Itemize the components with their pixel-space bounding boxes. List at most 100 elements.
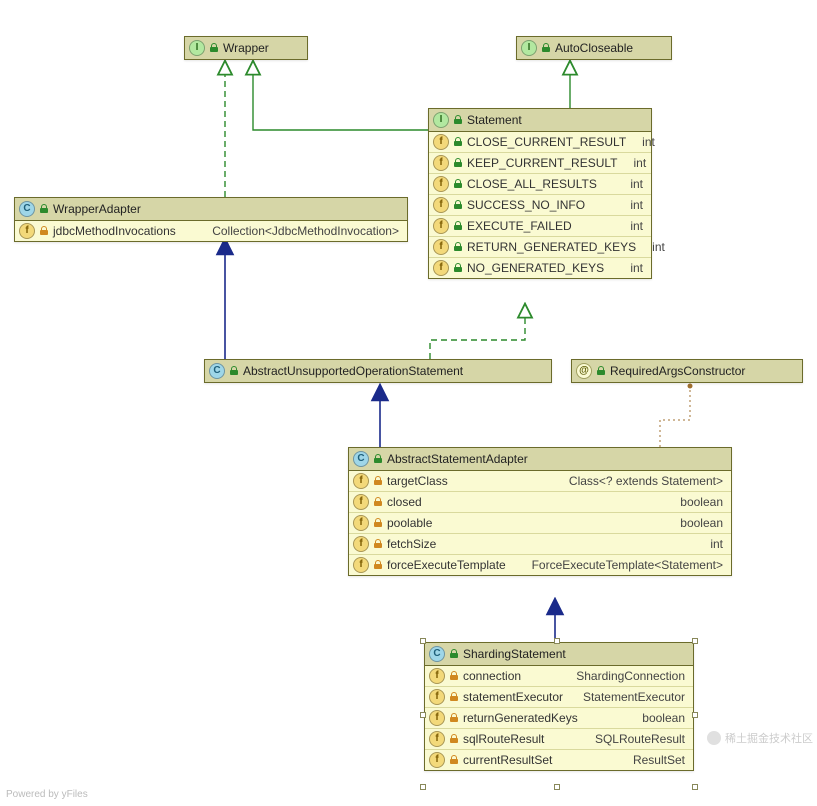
node-statement[interactable]: I Statement fCLOSE_CURRENT_RESULTintfKEE… bbox=[428, 108, 652, 279]
field-row: f poolable boolean bbox=[349, 512, 731, 533]
field-type: int bbox=[618, 261, 643, 275]
field-name: SUCCESS_NO_INFO bbox=[467, 198, 585, 212]
field-name: KEEP_CURRENT_RESULT bbox=[467, 156, 617, 170]
lock-icon bbox=[453, 221, 463, 231]
resize-handle[interactable] bbox=[554, 638, 560, 644]
field-row: f forceExecuteTemplate ForceExecuteTemplat… bbox=[349, 554, 731, 575]
lock-icon bbox=[209, 43, 219, 53]
node-title: RequiredArgsConstructor bbox=[610, 364, 745, 378]
field-type: boolean bbox=[668, 495, 723, 509]
field-name: forceExecuteTemplate bbox=[387, 558, 506, 572]
field-type: Class<? extends Statement> bbox=[557, 474, 723, 488]
field-row: fRETURN_GENERATED_KEYSint bbox=[429, 236, 651, 257]
lock-icon bbox=[449, 671, 459, 681]
field-row: fcurrentResultSetResultSet bbox=[425, 749, 693, 770]
resize-handle[interactable] bbox=[420, 712, 426, 718]
field-name: poolable bbox=[387, 516, 432, 530]
node-title: Wrapper bbox=[223, 41, 269, 55]
field-row: fNO_GENERATED_KEYSint bbox=[429, 257, 651, 278]
interface-icon: I bbox=[189, 40, 205, 56]
class-icon: C bbox=[19, 201, 35, 217]
field-type: boolean bbox=[668, 516, 723, 530]
field-type: int bbox=[618, 198, 643, 212]
field-name: EXECUTE_FAILED bbox=[467, 219, 572, 233]
field-name: connection bbox=[463, 669, 521, 683]
node-abstract-unsupported[interactable]: C AbstractUnsupportedOperationStatement bbox=[204, 359, 552, 383]
resize-handle[interactable] bbox=[692, 638, 698, 644]
field-icon: f bbox=[353, 557, 369, 573]
field-row: f returnGeneratedKeys boolean bbox=[425, 707, 693, 728]
lock-icon bbox=[453, 263, 463, 273]
annotation-icon: @ bbox=[576, 363, 592, 379]
field-type: int bbox=[630, 135, 655, 149]
field-icon: f bbox=[353, 536, 369, 552]
field-row: ftargetClassClass<? extends Statement> bbox=[349, 471, 731, 491]
field-row: fCLOSE_CURRENT_RESULTint bbox=[429, 132, 651, 152]
lock-icon bbox=[449, 692, 459, 702]
node-title: AbstractUnsupportedOperationStatement bbox=[243, 364, 463, 378]
resize-handle[interactable] bbox=[554, 784, 560, 790]
field-icon: f bbox=[353, 515, 369, 531]
node-header: I Wrapper bbox=[185, 37, 307, 59]
diagram-canvas: I Wrapper I AutoCloseable C WrapperAdapt… bbox=[0, 0, 817, 806]
node-rows: f CLOSE_CURRENT_RESULTint f KEEP_CURRENT_RE… bbox=[429, 132, 651, 278]
field-type: int bbox=[640, 240, 665, 254]
resize-handle[interactable] bbox=[692, 784, 698, 790]
node-rows: ftargetClassClass<? extends Statement>fc… bbox=[349, 471, 731, 575]
lock-icon bbox=[39, 226, 49, 236]
lock-icon bbox=[449, 713, 459, 723]
field-icon: f bbox=[433, 134, 449, 150]
node-wrapper-adapter[interactable]: C WrapperAdapter f jdbcMethodInvocations… bbox=[14, 197, 408, 242]
field-name: sqlRouteResult bbox=[463, 732, 544, 746]
node-header: @ RequiredArgsConstructor bbox=[572, 360, 802, 382]
field-icon: f bbox=[353, 473, 369, 489]
edges-layer bbox=[0, 0, 817, 806]
node-title: ShardingStatement bbox=[463, 647, 566, 661]
resize-handle[interactable] bbox=[692, 712, 698, 718]
field-type: int bbox=[621, 156, 646, 170]
node-header: I Statement bbox=[429, 109, 651, 132]
field-type: ResultSet bbox=[621, 753, 685, 767]
lock-icon bbox=[453, 137, 463, 147]
lock-icon bbox=[449, 734, 459, 744]
resize-handle[interactable] bbox=[420, 638, 426, 644]
class-icon: C bbox=[209, 363, 225, 379]
field-type: int bbox=[618, 219, 643, 233]
field-name: returnGeneratedKeys bbox=[463, 711, 578, 725]
lock-icon bbox=[596, 366, 606, 376]
field-row: ffetchSizeint bbox=[349, 533, 731, 554]
node-autocloseable[interactable]: I AutoCloseable bbox=[516, 36, 672, 60]
lock-icon bbox=[453, 179, 463, 189]
field-type: ForceExecuteTemplate<Statement> bbox=[520, 558, 723, 572]
field-name: currentResultSet bbox=[463, 753, 552, 767]
node-header: C WrapperAdapter bbox=[15, 198, 407, 221]
node-abstract-statement-adapter[interactable]: C AbstractStatementAdapter ftargetClassC… bbox=[348, 447, 732, 576]
field-icon: f bbox=[429, 710, 445, 726]
field-type: int bbox=[618, 177, 643, 191]
node-wrapper[interactable]: I Wrapper bbox=[184, 36, 308, 60]
field-name: CLOSE_CURRENT_RESULT bbox=[467, 135, 626, 149]
node-title: AutoCloseable bbox=[555, 41, 633, 55]
lock-icon bbox=[453, 200, 463, 210]
lock-icon bbox=[229, 366, 239, 376]
field-icon: f bbox=[433, 155, 449, 171]
watermark-text: 稀土掘金技术社区 bbox=[725, 730, 813, 746]
resize-handle[interactable] bbox=[420, 784, 426, 790]
node-title: AbstractStatementAdapter bbox=[387, 452, 528, 466]
field-type: StatementExecutor bbox=[571, 690, 685, 704]
field-row: fconnectionShardingConnection bbox=[425, 666, 693, 686]
node-sharding-statement[interactable]: C ShardingStatement fconnectionShardingC… bbox=[424, 642, 694, 771]
field-icon: f bbox=[429, 668, 445, 684]
field-type: Collection<JdbcMethodInvocation> bbox=[200, 224, 399, 238]
field-icon: f bbox=[429, 731, 445, 747]
field-type: SQLRouteResult bbox=[583, 732, 685, 746]
field-icon: f bbox=[353, 494, 369, 510]
lock-icon bbox=[453, 115, 463, 125]
class-icon: C bbox=[429, 646, 445, 662]
field-icon: f bbox=[433, 239, 449, 255]
field-name: RETURN_GENERATED_KEYS bbox=[467, 240, 636, 254]
field-type: boolean bbox=[630, 711, 685, 725]
lock-icon bbox=[373, 476, 383, 486]
node-required-args[interactable]: @ RequiredArgsConstructor bbox=[571, 359, 803, 383]
node-header: C ShardingStatement bbox=[425, 643, 693, 666]
